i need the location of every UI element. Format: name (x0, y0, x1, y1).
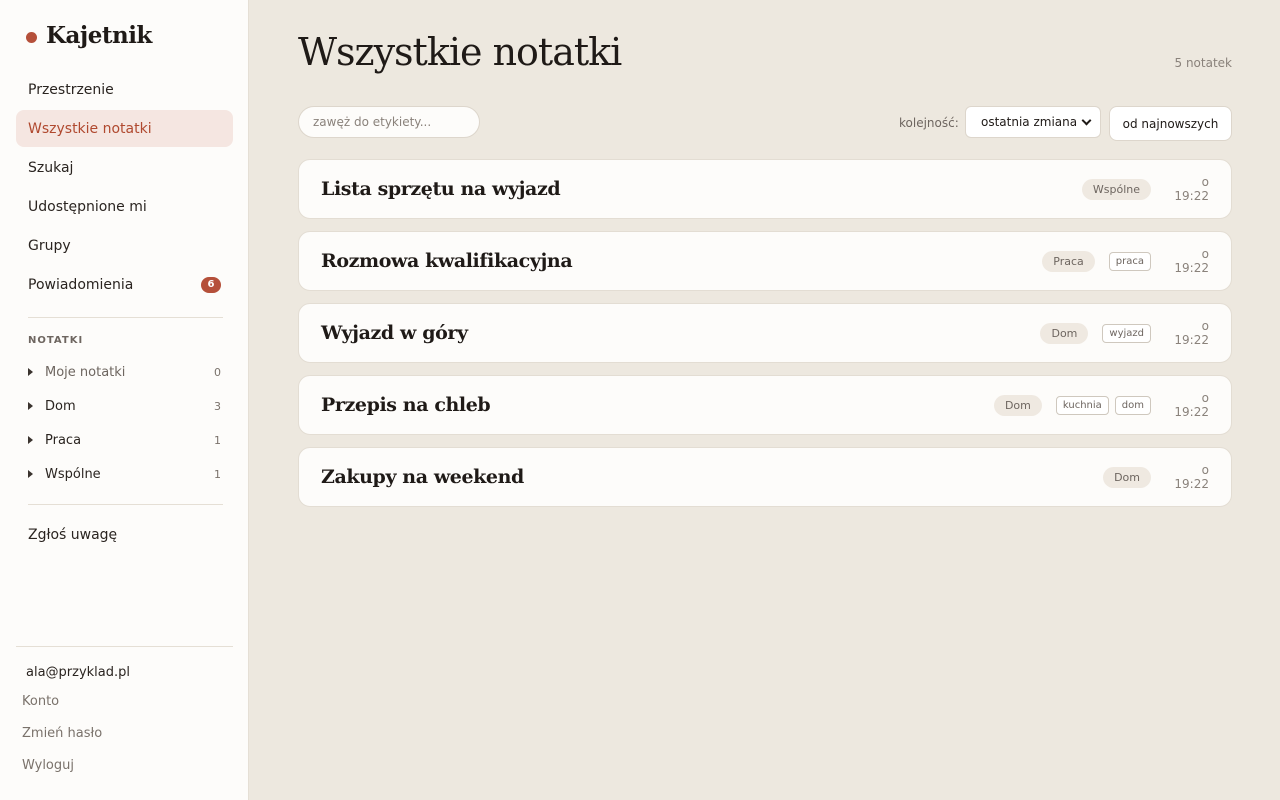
note-card[interactable]: Zakupy na weekend Dom o 19:22 (298, 447, 1232, 507)
nav-item-label: Udostępnione mi (28, 198, 147, 215)
account-settings-link[interactable]: Konto (22, 694, 59, 709)
nav-item-all-notes[interactable]: Wszystkie notatki (16, 110, 233, 147)
nav-item-label: Grupy (28, 237, 71, 254)
account-email: ala@przyklad.pl (26, 665, 131, 680)
nav-item-label: Powiadomienia (28, 276, 134, 293)
notebook-pill: Praca (1042, 250, 1095, 272)
notebook-label: Moje notatki (45, 364, 126, 380)
note-time: o 19:22 (1174, 247, 1209, 275)
notebook-count: 0 (214, 365, 221, 379)
page-title: Wszystkie notatki (298, 30, 622, 74)
sidebar-divider (28, 504, 223, 505)
change-password-link[interactable]: Zmień hasło (22, 726, 102, 741)
nav-item-shared-with-me[interactable]: Udostępnione mi (16, 188, 233, 225)
nav-item-label: Szukaj (28, 159, 74, 176)
notebook-count: 3 (214, 399, 221, 413)
brand-dot-icon (26, 32, 37, 43)
caret-right-icon[interactable] (28, 470, 33, 478)
tag-filter-input[interactable] (298, 106, 480, 138)
nav-item-spaces[interactable]: Przestrzenie (16, 71, 233, 108)
note-title: Lista sprzętu na wyjazd (321, 178, 561, 200)
sidebar-divider (28, 317, 223, 318)
notebook-item-wspolne[interactable]: Wspólne 1 (26, 457, 223, 491)
note-time: o 19:22 (1174, 463, 1209, 491)
notebook-count: 1 (214, 433, 221, 447)
caret-right-icon[interactable] (28, 436, 33, 444)
note-time: o 19:22 (1174, 391, 1209, 419)
note-tag[interactable]: wyjazd (1102, 323, 1151, 343)
order-label: kolejność: (899, 116, 959, 130)
note-title: Zakupy na weekend (321, 466, 524, 488)
nav-item-search[interactable]: Szukaj (16, 149, 233, 186)
note-time: o 19:22 (1174, 175, 1209, 203)
order-select-value: ostatnia zmiana (981, 115, 1078, 129)
notebook-label: Dom (45, 398, 76, 414)
notebook-label: Praca (45, 432, 82, 448)
note-count: 5 notatek (1174, 56, 1233, 70)
note-card[interactable]: Wyjazd w góry Dom wyjazd o 19:22 (298, 303, 1232, 363)
notebook-item-my-notes[interactable]: Moje notatki 0 (26, 355, 223, 389)
brand-logo[interactable]: Kajetnik (26, 22, 152, 49)
nav-item-notifications[interactable]: Powiadomienia 6 (16, 266, 233, 303)
note-tag[interactable]: praca (1108, 251, 1151, 271)
nav-item-groups[interactable]: Grupy (16, 227, 233, 264)
notebook-label: Wspólne (45, 466, 101, 482)
notebook-item-praca[interactable]: Praca 1 (26, 423, 223, 457)
main-nav: Przestrzenie Wszystkie notatki Szukaj Ud… (16, 71, 233, 305)
note-card[interactable]: Przepis na chleb Dom kuchnia dom o 19:22 (298, 375, 1232, 435)
chevron-down-icon (1081, 115, 1092, 125)
order-select[interactable]: ostatnia zmiana (965, 106, 1101, 138)
note-title: Rozmowa kwalifikacyjna (321, 250, 573, 272)
notebooks-section-label: NOTATKI (28, 335, 84, 346)
logout-link[interactable]: Wyloguj (22, 758, 74, 773)
notebook-pill: Dom (1040, 322, 1089, 344)
feedback-link[interactable]: Zgłoś uwagę (28, 527, 117, 543)
notebook-pill: Dom (1103, 466, 1151, 488)
nav-item-label: Przestrzenie (28, 81, 114, 98)
note-tag[interactable]: dom (1114, 395, 1151, 415)
note-card[interactable]: Lista sprzętu na wyjazd Wspólne o 19:22 (298, 159, 1232, 219)
notebook-pill: Dom (993, 394, 1042, 416)
note-time: o 19:22 (1174, 319, 1209, 347)
notebook-item-dom[interactable]: Dom 3 (26, 389, 223, 423)
note-title: Przepis na chleb (321, 394, 491, 416)
notes-list: Lista sprzętu na wyjazd Wspólne o 19:22 … (298, 159, 1232, 519)
notebook-count: 1 (214, 467, 221, 481)
notebook-tree: Moje notatki 0 Dom 3 Praca 1 Wspólne 1 (26, 355, 223, 491)
notebook-pill: Wspólne (1081, 178, 1151, 200)
account-section: ala@przyklad.pl Konto Zmień hasło Wylogu… (16, 646, 233, 773)
caret-right-icon[interactable] (28, 368, 33, 376)
note-tag[interactable]: kuchnia (1055, 395, 1109, 415)
sort-direction-button[interactable]: od najnowszych (1109, 106, 1232, 141)
brand-name: Kajetnik (46, 22, 152, 49)
note-title: Wyjazd w góry (321, 322, 468, 344)
caret-right-icon[interactable] (28, 402, 33, 410)
sidebar: Kajetnik Przestrzenie Wszystkie notatki … (0, 0, 249, 800)
notification-count-badge: 6 (201, 276, 221, 293)
main-content: Wszystkie notatki 5 notatek kolejność: o… (250, 0, 1280, 800)
note-card[interactable]: Rozmowa kwalifikacyjna Praca praca o 19:… (298, 231, 1232, 291)
nav-item-label: Wszystkie notatki (28, 120, 152, 137)
